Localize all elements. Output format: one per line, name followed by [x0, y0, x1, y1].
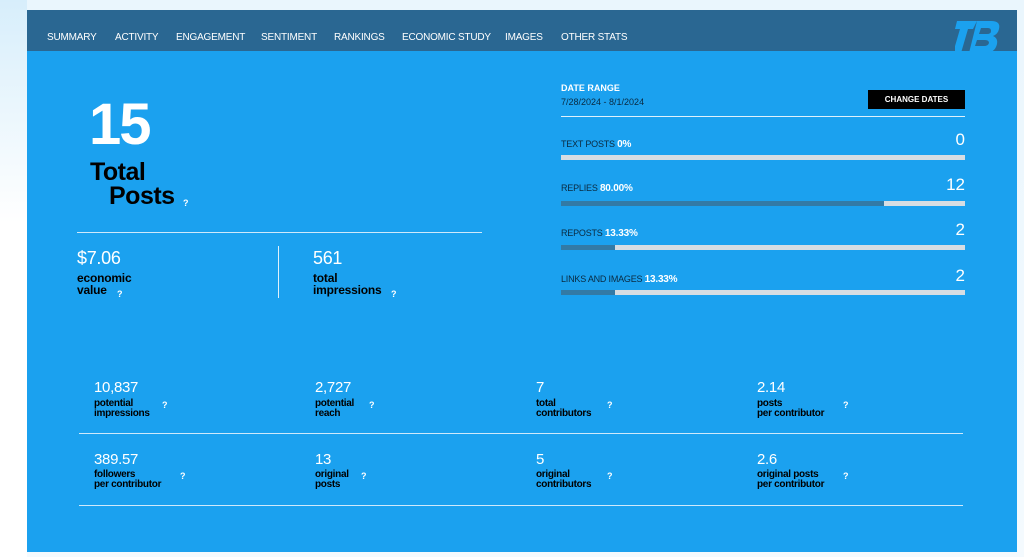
original-contributors-value: 5 — [536, 451, 545, 468]
bar-fill — [561, 245, 615, 250]
date-range-divider — [561, 116, 965, 117]
economic-value-label-line2: value — [77, 283, 107, 297]
nav-summary[interactable]: SUMMARY — [47, 32, 97, 43]
metric-replies-bar — [561, 201, 965, 206]
top-nav: SUMMARY ACTIVITY ENGAGEMENT SENTIMENT RA… — [27, 10, 1017, 53]
original-posts-value: 13 — [315, 451, 332, 468]
posts-per-contributor-label-line2: per contributor — [757, 408, 825, 419]
nav-images[interactable]: IMAGES — [505, 32, 543, 43]
metric-label-text: LINKS AND IMAGES — [561, 274, 643, 284]
total-posts-label-line2: Posts — [109, 182, 175, 210]
posts-per-contributor-help-icon[interactable]: ? — [843, 400, 849, 410]
nav-activity[interactable]: ACTIVITY — [115, 32, 159, 43]
date-range-title: DATE RANGE — [561, 83, 620, 93]
followers-per-contributor-value: 389.57 — [94, 451, 139, 468]
total-impressions-help-icon[interactable]: ? — [391, 289, 397, 299]
potential-impressions-help-icon[interactable]: ? — [162, 400, 168, 410]
grid-divider-2 — [79, 505, 963, 506]
original-posts-per-contributor-value: 2.6 — [757, 451, 777, 468]
metric-links-images-label: LINKS AND IMAGES 13.33% — [561, 274, 678, 285]
metric-replies-label: REPLIES 80.00% — [561, 183, 633, 194]
metric-text-posts-bar — [561, 155, 965, 160]
economic-value-help-icon[interactable]: ? — [117, 289, 123, 299]
metric-reposts-count: 2 — [955, 220, 965, 239]
page-side-background — [0, 0, 27, 557]
metric-percent: 13.33% — [604, 228, 638, 239]
original-posts-help-icon[interactable]: ? — [361, 471, 367, 481]
followers-per-contributor-label-line2: per contributor — [94, 479, 162, 490]
original-contributors-help-icon[interactable]: ? — [607, 471, 613, 481]
metric-links-images-count: 2 — [955, 266, 965, 285]
nav-other-stats[interactable]: OTHER STATS — [561, 32, 628, 43]
original-posts-label-line2: posts — [315, 479, 341, 490]
original-posts-per-contributor-label-line2: per contributor — [757, 479, 825, 490]
metric-percent: 80.00% — [599, 183, 633, 194]
nav-economic-study[interactable]: ECONOMIC STUDY — [402, 32, 491, 43]
metric-label-text: TEXT POSTS — [561, 139, 615, 149]
metric-percent: 13.33% — [644, 274, 678, 285]
potential-impressions-label-line2: impressions — [94, 408, 150, 419]
original-posts-per-contributor-help-icon[interactable]: ? — [843, 471, 849, 481]
tb-logo-icon[interactable] — [955, 21, 1001, 53]
total-contributors-value: 7 — [536, 379, 545, 396]
change-dates-button[interactable]: CHANGE DATES — [868, 90, 965, 109]
metric-reposts-label: REPOSTS 13.33% — [561, 228, 638, 239]
total-contributors-help-icon[interactable]: ? — [607, 400, 613, 410]
total-posts-help-icon[interactable]: ? — [183, 198, 189, 208]
metric-links-images-bar — [561, 290, 965, 295]
metric-text-posts-label: TEXT POSTS 0% — [561, 139, 631, 150]
potential-reach-value: 2,727 — [315, 379, 352, 396]
metric-reposts-bar — [561, 245, 965, 250]
metric-label-text: REPLIES — [561, 183, 598, 193]
nav-engagement[interactable]: ENGAGEMENT — [176, 32, 245, 43]
metric-percent: 0% — [617, 139, 632, 150]
metric-text-posts-count: 0 — [955, 130, 965, 149]
total-contributors-label-line2: contributors — [536, 408, 592, 419]
summary-divider — [77, 232, 482, 233]
stats-vertical-divider — [278, 246, 279, 298]
bar-fill — [561, 290, 615, 295]
posts-per-contributor-value: 2.14 — [757, 379, 785, 396]
date-range-value: 7/28/2024 - 8/1/2024 — [561, 97, 645, 107]
metric-replies-count: 12 — [946, 175, 965, 194]
followers-per-contributor-help-icon[interactable]: ? — [180, 471, 186, 481]
potential-reach-help-icon[interactable]: ? — [369, 400, 375, 410]
nav-rankings[interactable]: RANKINGS — [334, 32, 385, 43]
economic-value: $7.06 — [77, 248, 121, 268]
nav-sentiment[interactable]: SENTIMENT — [261, 32, 317, 43]
total-posts-value: 15 — [89, 92, 151, 157]
total-impressions-value: 561 — [313, 248, 343, 268]
potential-reach-label-line2: reach — [315, 408, 341, 419]
original-contributors-label-line2: contributors — [536, 479, 592, 490]
potential-impressions-value: 10,837 — [94, 379, 139, 396]
grid-divider-1 — [79, 433, 963, 434]
metric-label-text: REPOSTS — [561, 228, 603, 238]
total-impressions-label-line2: impressions — [313, 283, 382, 297]
bar-fill — [561, 201, 885, 206]
dashboard-panel: SUMMARY ACTIVITY ENGAGEMENT SENTIMENT RA… — [27, 10, 1017, 552]
